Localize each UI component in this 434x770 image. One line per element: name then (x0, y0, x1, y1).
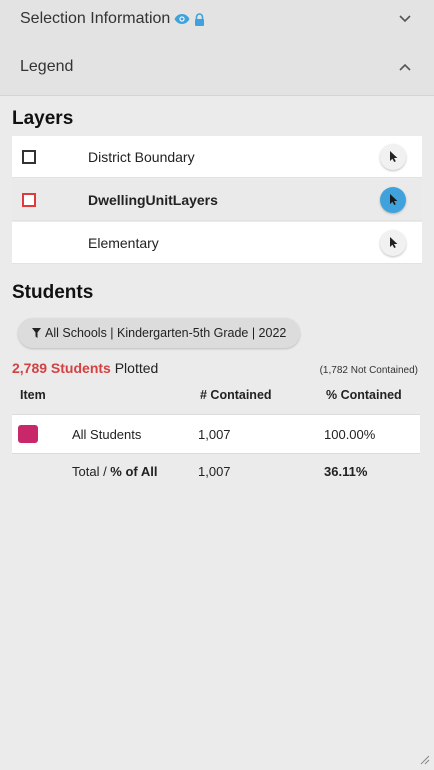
selection-information-title: Selection Information (20, 10, 171, 27)
col-contained-header: # Contained (200, 388, 272, 402)
students-title: Students (12, 282, 94, 303)
students-not-contained: (1,782 Not Contained) (319, 365, 418, 376)
layer-row-district-boundary[interactable]: District Boundary (12, 136, 422, 178)
total-empty-cell (12, 454, 66, 490)
row-pct: 100.00% (324, 426, 376, 442)
total-label-text: Total / (72, 464, 111, 479)
table-total-row: Total / % of All 1,007 36.11% (12, 454, 420, 490)
row-label: All Students (72, 426, 142, 442)
layer-symbol-cell (12, 149, 88, 164)
cursor-arrow-icon (389, 194, 397, 205)
total-label-bold: % of All (110, 464, 158, 479)
row-contained: 1,007 (198, 426, 231, 442)
student-color-swatch (18, 425, 38, 443)
layers-list: District Boundary DwellingUnitLayers Ele… (12, 136, 422, 264)
layer-square-icon (22, 149, 36, 164)
cursor-arrow-icon (389, 151, 397, 162)
layers-title: Layers (12, 108, 74, 129)
selection-information-title-group: Selection Information (20, 10, 205, 28)
layer-name: DwellingUnitLayers (88, 191, 218, 208)
swatch-cell (12, 415, 66, 454)
col-item-header: Item (20, 388, 46, 402)
layer-square-icon (22, 192, 36, 207)
layer-symbol-cell (12, 192, 88, 207)
filter-icon (32, 328, 41, 338)
col-spacer-header (66, 382, 192, 415)
students-table: Item # Contained % Contained All Student… (12, 382, 420, 489)
students-plotted-text: 2,789 Students Plotted (12, 360, 158, 376)
chevron-up-icon[interactable] (398, 60, 412, 74)
legend-header[interactable]: Legend (0, 38, 434, 96)
layer-row-elementary[interactable]: Elementary (12, 222, 422, 264)
layer-name: Elementary (88, 234, 159, 251)
students-plotted-count: 2,789 Students (12, 360, 111, 376)
students-filter-chip[interactable]: All Schools | Kindergarten-5th Grade | 2… (18, 318, 301, 348)
layer-select-button[interactable] (380, 186, 406, 213)
lock-icon[interactable] (194, 12, 205, 26)
layer-select-button[interactable] (380, 143, 406, 170)
total-contained: 1,007 (198, 464, 231, 479)
eye-icon[interactable] (174, 13, 190, 25)
cursor-arrow-icon (389, 237, 397, 248)
students-plotted-label: Plotted (114, 360, 159, 376)
layer-row-dwelling-unit-layers[interactable]: DwellingUnitLayers (12, 179, 422, 221)
table-row: All Students 1,007 100.00% (12, 414, 420, 454)
chevron-down-icon[interactable] (398, 12, 412, 26)
students-plotted-summary: 2,789 Students Plotted (1,782 Not Contai… (12, 360, 418, 376)
layer-name: District Boundary (88, 148, 195, 165)
layer-select-button[interactable] (380, 229, 406, 256)
total-label: Total / % of All (66, 454, 192, 490)
total-pct: 36.11% (324, 464, 368, 479)
selection-information-header[interactable]: Selection Information (0, 0, 434, 38)
col-pct-header: % Contained (326, 388, 402, 402)
students-filter-label: All Schools | Kindergarten-5th Grade | 2… (45, 326, 287, 340)
legend-title: Legend (20, 57, 74, 75)
resize-handle-icon[interactable] (418, 752, 430, 765)
students-table-header: Item # Contained % Contained (12, 382, 420, 415)
